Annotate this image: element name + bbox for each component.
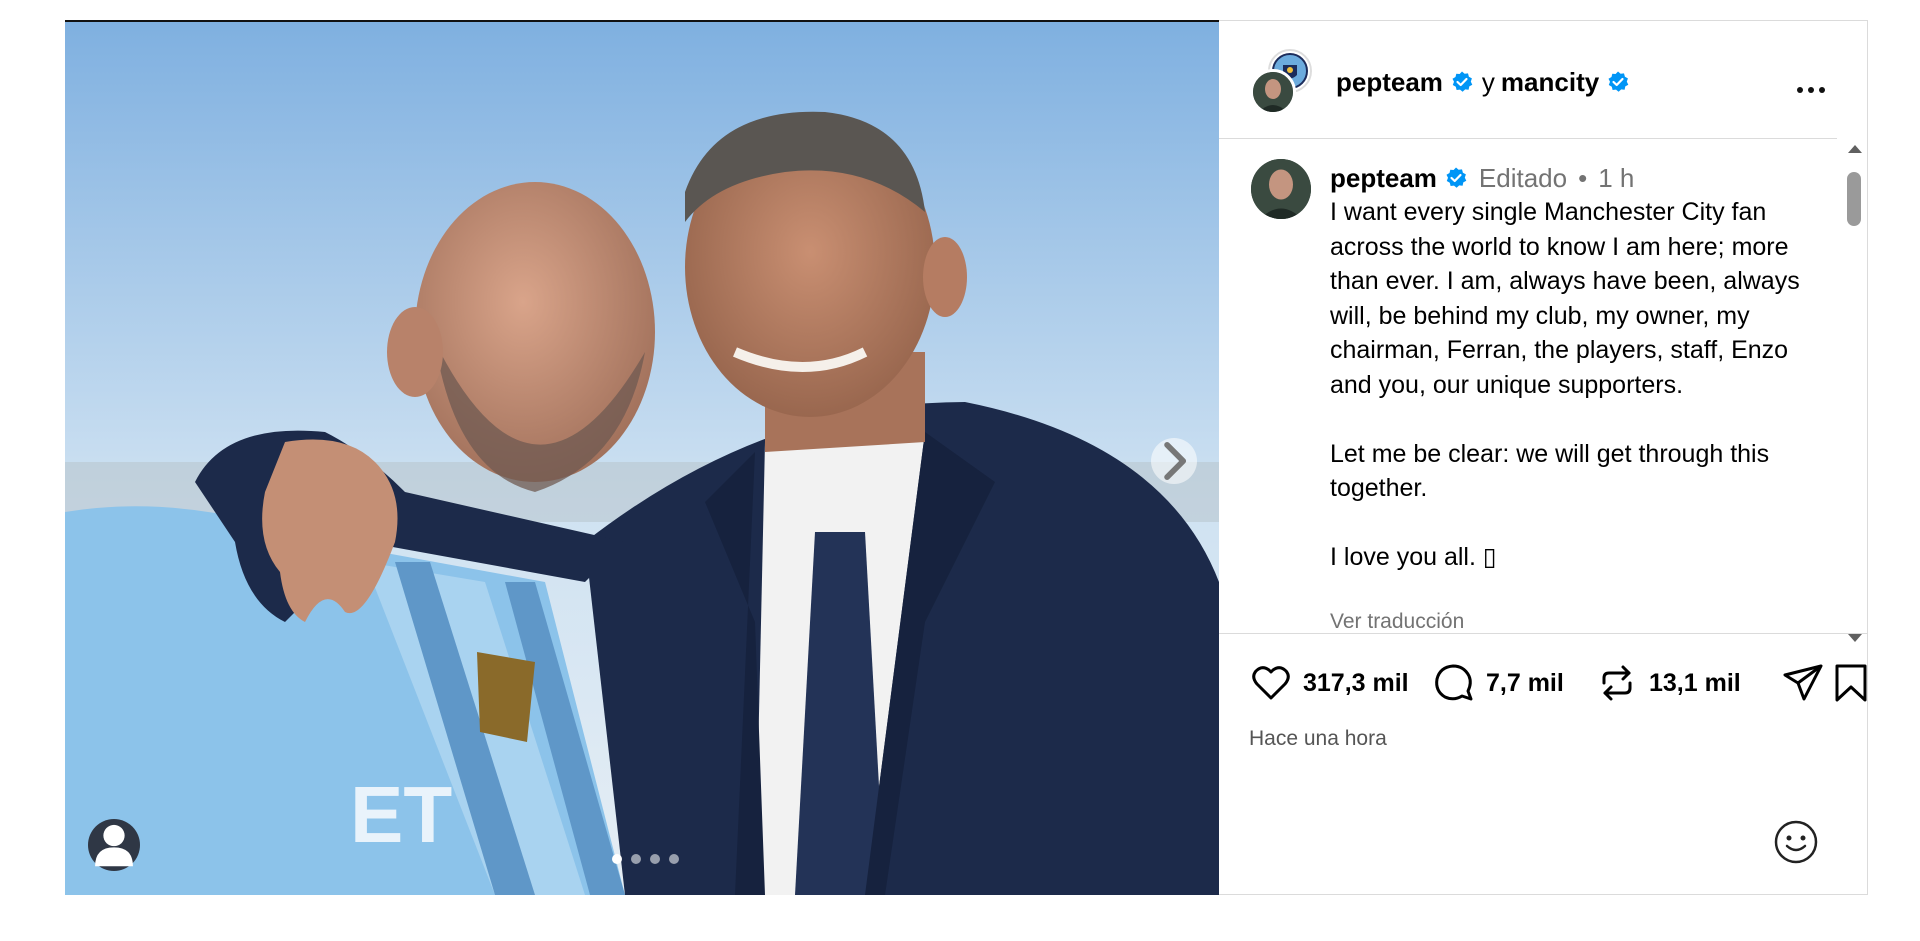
bookmark-icon	[1835, 664, 1867, 702]
pepteam-avatar-image	[1253, 72, 1293, 112]
share-button[interactable]	[1781, 661, 1825, 705]
like-count: 317,3 mil	[1303, 668, 1409, 697]
pepteam-avatar	[1250, 69, 1296, 115]
pepteam-avatar-image	[1251, 159, 1311, 219]
carousel-indicator	[612, 854, 679, 864]
collab-conjunction: y	[1481, 67, 1495, 97]
scroll-down-arrow-icon[interactable]	[1848, 634, 1862, 642]
post-header-title: pepteam y mancity	[1336, 67, 1630, 97]
paper-plane-icon	[1783, 664, 1823, 701]
action-bar: 317,3 mil 7,7 mil 13,1 mil	[1249, 661, 1869, 705]
caption-timestamp[interactable]: 1 h	[1598, 163, 1634, 193]
edited-label: Editado	[1478, 163, 1568, 193]
carousel-next-button[interactable]	[1151, 438, 1197, 484]
save-button[interactable]	[1829, 661, 1873, 705]
more-options-icon[interactable]	[1797, 87, 1825, 93]
collab-avatars[interactable]	[1250, 49, 1314, 115]
carousel-dot	[612, 854, 622, 864]
verified-badge-icon	[1452, 71, 1473, 92]
like-button[interactable]: 317,3 mil	[1249, 661, 1409, 705]
caption-author-avatar[interactable]	[1251, 159, 1311, 219]
emoji-button[interactable]	[1772, 818, 1820, 866]
scrollbar-thumb[interactable]	[1847, 172, 1861, 226]
verified-badge-icon	[1608, 71, 1629, 92]
verified-badge-icon	[1446, 167, 1467, 188]
repost-icon	[1602, 665, 1632, 701]
divider	[1219, 633, 1867, 634]
comment-button[interactable]: 7,7 mil	[1432, 661, 1564, 705]
carousel-dot	[650, 854, 660, 864]
repost-count: 13,1 mil	[1649, 668, 1741, 697]
caption-author-username[interactable]: pepteam	[1330, 163, 1437, 193]
caption-area[interactable]: pepteam Editado • 1 h I want every singl…	[1219, 139, 1837, 633]
posted-time[interactable]: Hace una hora	[1249, 727, 1387, 751]
emoji-icon	[1774, 820, 1818, 864]
photo-illustration: ET	[65, 22, 1219, 895]
post-header: pepteam y mancity	[1219, 21, 1837, 139]
see-translation-link[interactable]: Ver traducción	[1330, 610, 1464, 633]
svg-text:ET: ET	[350, 770, 452, 859]
carousel-dot	[631, 854, 641, 864]
chevron-right-icon	[1164, 442, 1187, 480]
scroll-up-arrow-icon[interactable]	[1848, 145, 1862, 153]
meta-separator: •	[1578, 163, 1588, 193]
post-side-panel: pepteam y mancity pepteam Editado • 1 h …	[1219, 20, 1868, 895]
caption-header: pepteam Editado • 1 h	[1330, 163, 1634, 193]
repost-button[interactable]: 13,1 mil	[1595, 661, 1741, 705]
user-tag-icon	[95, 824, 133, 867]
comment-bubble-icon	[1435, 664, 1473, 701]
post-photo[interactable]: ET	[65, 20, 1219, 895]
author-username[interactable]: pepteam	[1336, 67, 1443, 97]
caption-text: I want every single Manchester City fan …	[1330, 198, 1800, 571]
collaborator-username[interactable]: mancity	[1501, 67, 1599, 97]
heart-icon	[1252, 666, 1290, 700]
user-tag-button[interactable]	[88, 819, 140, 871]
carousel-dot	[669, 854, 679, 864]
caption-scrollbar[interactable]	[1841, 145, 1867, 642]
comment-count: 7,7 mil	[1486, 668, 1564, 697]
